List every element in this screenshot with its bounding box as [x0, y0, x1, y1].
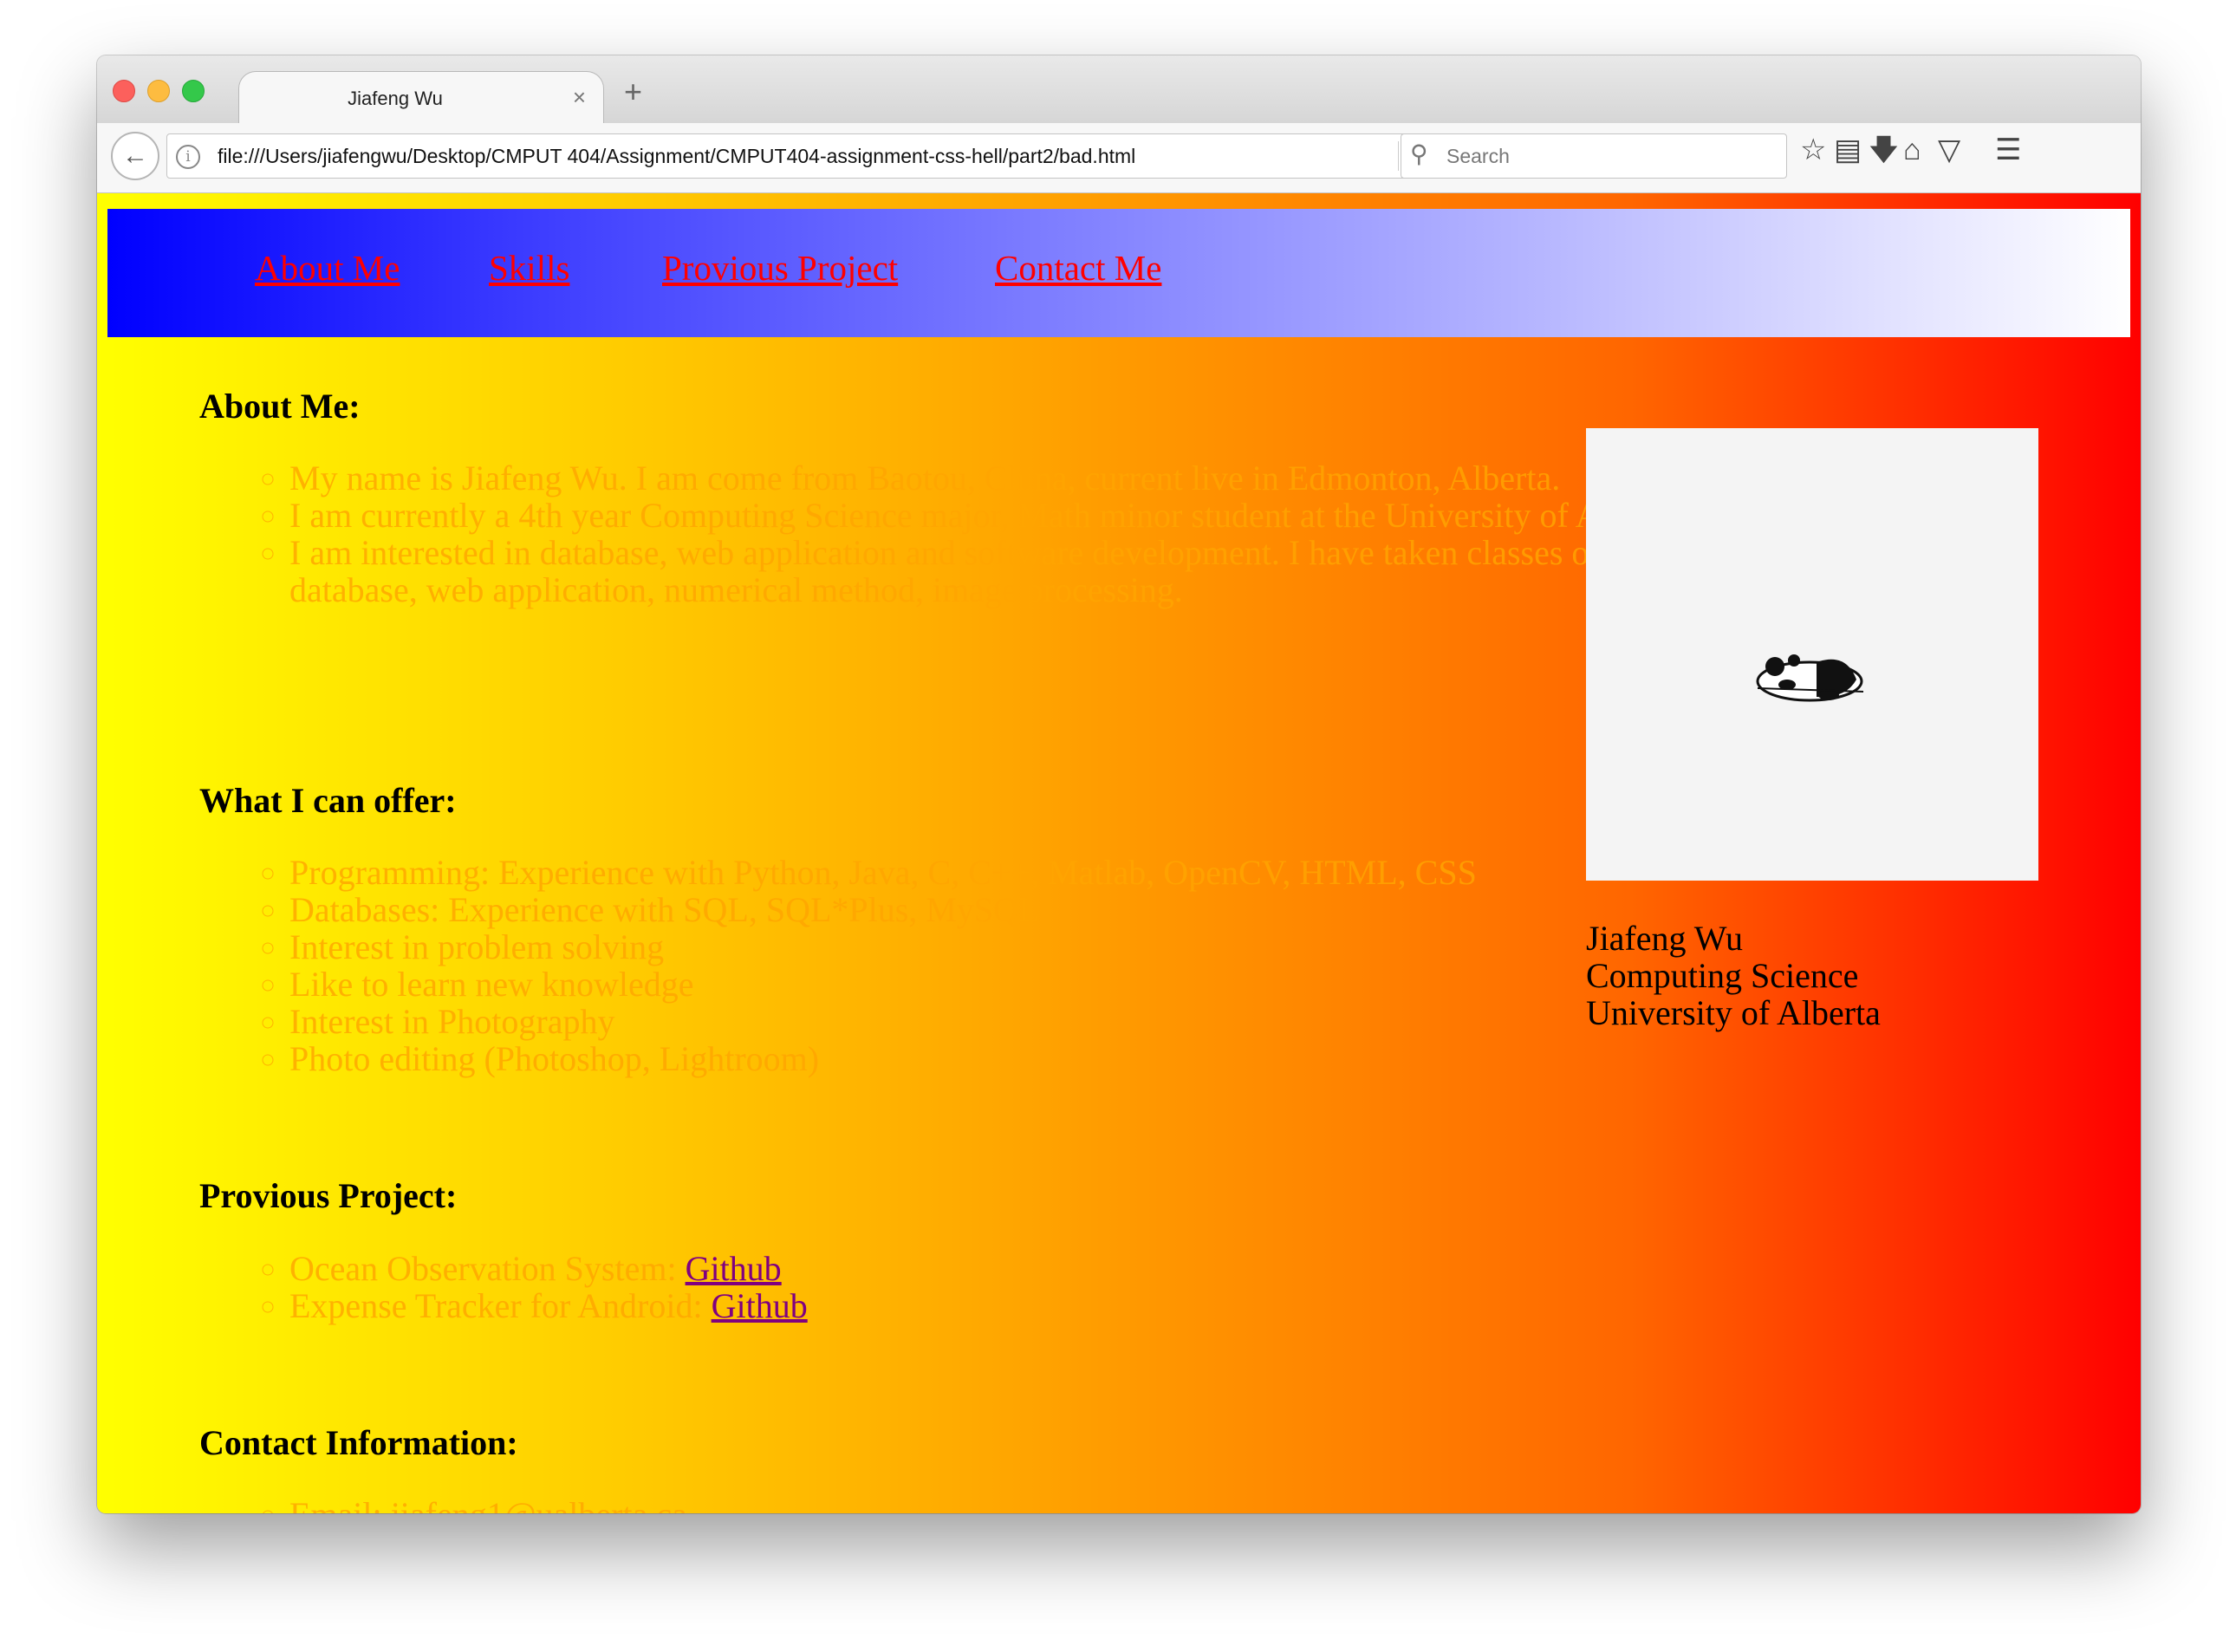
list-item: I am interested in database, web applica… — [289, 534, 1789, 608]
home-icon[interactable]: ⌂ — [1903, 135, 1921, 165]
profile-name: Jiafeng Wu — [1586, 919, 1743, 958]
menu-icon[interactable]: ☰ — [1995, 135, 2021, 165]
url-separator — [1398, 141, 1399, 171]
profile-caption: Jiafeng Wu Computing Science University … — [1586, 920, 1881, 1031]
list-item: Ocean Observation System: Github — [289, 1250, 1789, 1287]
profile-dept: Computing Science — [1586, 956, 1859, 995]
url-bar[interactable]: i file:///Users/jiafengwu/Desktop/CMPUT … — [166, 133, 1437, 179]
tab-strip: Jiafeng Wu × + — [97, 55, 2141, 126]
about-heading: About Me: — [199, 387, 361, 426]
search-placeholder: Search — [1446, 145, 1510, 167]
url-text[interactable]: file:///Users/jiafengwu/Desktop/CMPUT 40… — [218, 145, 1135, 168]
github-link[interactable]: Github — [712, 1286, 808, 1325]
list-item: Programming: Experience with Python, Jav… — [289, 854, 1789, 891]
contact-list: Email: jiafeng1@ualberta.ca — [199, 1496, 1789, 1513]
zoom-window-button[interactable] — [182, 80, 205, 102]
list-item: I am currently a 4th year Computing Scie… — [289, 497, 1789, 534]
about-list: My name is Jiafeng Wu. I am come from Ba… — [199, 459, 1789, 608]
tab-active[interactable]: Jiafeng Wu × — [238, 71, 604, 126]
new-tab-button[interactable]: + — [624, 76, 642, 107]
site-nav: About Me Skills Provious Project Contact… — [107, 209, 2130, 337]
browser-window: Jiafeng Wu × + ← i file:///Users/jiafeng… — [97, 55, 2141, 1513]
navigation-toolbar: ← i file:///Users/jiafengwu/Desktop/CMPU… — [97, 123, 2141, 193]
list-item: Like to learn new knowledge — [289, 966, 1789, 1003]
profile-image — [1586, 428, 2038, 881]
list-item: Interest in Photography — [289, 1003, 1789, 1040]
tab-title: Jiafeng Wu — [348, 88, 443, 109]
back-arrow-icon[interactable]: ← — [111, 132, 159, 180]
project-name: Ocean Observation System: — [289, 1249, 686, 1288]
nav-link-about-me[interactable]: About Me — [255, 247, 400, 289]
tab-close-icon[interactable]: × — [573, 84, 586, 111]
profile-school: University of Alberta — [1586, 993, 1881, 1032]
list-item: Email: jiafeng1@ualberta.ca — [289, 1496, 1789, 1513]
search-icon: ⚲ — [1410, 140, 1428, 167]
github-link[interactable]: Github — [686, 1249, 782, 1288]
pocket-icon[interactable]: ▽ — [1938, 135, 1960, 165]
offer-list: Programming: Experience with Python, Jav… — [199, 854, 1789, 1077]
projects-list: Ocean Observation System: Github Expense… — [199, 1250, 1789, 1324]
project-name: Expense Tracker for Android: — [289, 1286, 712, 1325]
list-item: My name is Jiafeng Wu. I am come from Ba… — [289, 459, 1789, 497]
list-item: Interest in problem solving — [289, 928, 1789, 966]
page-content: About Me Skills Provious Project Contact… — [97, 193, 2141, 1513]
info-icon[interactable]: i — [176, 145, 200, 169]
contact-heading: Contact Information: — [199, 1423, 518, 1462]
list-item: Databases: Experience with SQL, SQL*Plus… — [289, 891, 1789, 928]
nav-link-previous-project[interactable]: Provious Project — [662, 247, 898, 289]
projects-heading: Provious Project: — [199, 1176, 458, 1215]
bookmark-star-icon[interactable]: ☆ — [1800, 135, 1826, 165]
list-item: Expense Tracker for Android: Github — [289, 1287, 1789, 1324]
minimize-window-button[interactable] — [147, 80, 170, 102]
list-item: Photo editing (Photoshop, Lightroom) — [289, 1040, 1789, 1077]
offer-heading: What I can offer: — [199, 781, 457, 820]
search-input[interactable]: ⚲ Search — [1401, 133, 1787, 179]
download-icon[interactable]: 🡇 — [1869, 135, 1899, 165]
nav-link-contact-me[interactable]: Contact Me — [995, 247, 1161, 289]
panda-icon — [1586, 428, 2038, 881]
nav-link-skills[interactable]: Skills — [489, 247, 569, 289]
close-window-button[interactable] — [113, 80, 135, 102]
reading-list-icon[interactable]: ▤ — [1834, 135, 1862, 165]
